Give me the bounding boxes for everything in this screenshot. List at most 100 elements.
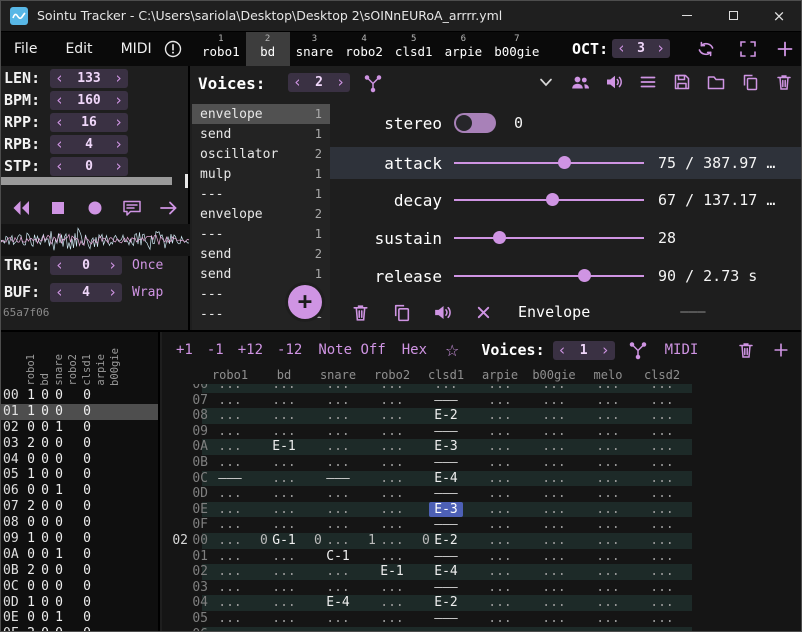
pattern-cell-melo[interactable]: ...	[581, 455, 635, 471]
order-cell-snare[interactable]: 0	[52, 404, 66, 420]
pattern-cell-robo2[interactable]: 1...	[365, 533, 419, 549]
order-cell-bd[interactable]: 0	[38, 531, 52, 547]
pattern-cell-clsd2[interactable]: ...	[635, 627, 689, 632]
order-row[interactable]: 001000	[0, 388, 158, 404]
pattern-cell-melo[interactable]: ...	[581, 384, 635, 393]
unit-mute-icon[interactable]	[432, 302, 453, 323]
pattern-cell-bd[interactable]: ...	[257, 502, 311, 518]
add-track-icon[interactable]	[772, 341, 790, 359]
pattern-voices-stepper-decrement[interactable]: ‹	[558, 343, 567, 358]
order-cell-clsd1[interactable]: 0	[80, 579, 94, 595]
order-row[interactable]: 072000	[0, 499, 158, 515]
order-cell-clsd1[interactable]: 0	[80, 499, 94, 515]
order-cell-bd[interactable]: 0	[38, 563, 52, 579]
pattern-cell-robo2[interactable]: ...	[365, 384, 419, 393]
unit-item-envelope[interactable]: envelope2	[192, 204, 330, 224]
pattern-cell-clsd2[interactable]: ...	[635, 533, 689, 549]
pattern-cell-snare[interactable]: ...	[311, 486, 365, 502]
pattern-cell-clsd1[interactable]: E-4	[419, 471, 473, 487]
slider-knob[interactable]	[493, 231, 506, 244]
delete-instrument-icon[interactable]	[774, 72, 794, 92]
pattern-cell-b00gie[interactable]: ...	[527, 533, 581, 549]
slider-knob[interactable]	[546, 193, 559, 206]
pattern-cell-melo[interactable]: ...	[581, 408, 635, 424]
order-cell-snare[interactable]: 0	[52, 531, 66, 547]
pattern-cell-robo1[interactable]: ...	[203, 627, 257, 632]
pattern-cell-arpie[interactable]: ...	[473, 439, 527, 455]
order-row[interactable]: 0D1000	[0, 595, 158, 611]
unit-comment[interactable]: ———	[680, 304, 705, 320]
transpose-down-1-button[interactable]: -1	[207, 342, 224, 358]
pattern-cell-robo2[interactable]: ...	[365, 580, 419, 596]
voices-stepper-decrement[interactable]: ‹	[293, 75, 302, 90]
order-cell-robo1[interactable]: 1	[24, 404, 38, 420]
pattern-cell-robo1[interactable]: ...	[203, 408, 257, 424]
polyphony-icon[interactable]	[362, 73, 382, 93]
order-cell-bd[interactable]: 0	[38, 388, 52, 404]
trigger-stepper-decrement[interactable]: ‹	[55, 258, 64, 273]
pattern-cell-robo2[interactable]: ...	[365, 502, 419, 518]
order-cell-bd[interactable]: 0	[38, 610, 52, 626]
fullscreen-icon[interactable]	[738, 39, 758, 59]
instrument-tab-m[interactable]: m	[545, 32, 562, 66]
pattern-cell-bd[interactable]: ...	[257, 486, 311, 502]
rows-per-pattern-stepper[interactable]: ‹16›	[50, 113, 128, 132]
pattern-cell-snare[interactable]: ...	[311, 439, 365, 455]
stop-icon[interactable]	[47, 197, 69, 219]
pattern-cell-arpie[interactable]: ...	[473, 455, 527, 471]
pattern-cell-clsd1[interactable]: E-2	[419, 408, 473, 424]
order-row[interactable]: 0B2000	[0, 563, 158, 579]
instrument-tab-b00gie[interactable]: 7b00gie	[488, 32, 545, 66]
pattern-cell-b00gie[interactable]: ...	[527, 455, 581, 471]
unit-item-send[interactable]: send2	[192, 244, 330, 264]
pattern-cell-snare[interactable]: ...	[311, 611, 365, 627]
order-row[interactable]: 0E0010	[0, 610, 158, 626]
order-cell-clsd1[interactable]: 0	[80, 388, 94, 404]
menu-edit[interactable]: Edit	[51, 41, 106, 57]
order-row[interactable]: 080000	[0, 515, 158, 531]
pattern-cell-clsd1[interactable]: ———	[419, 611, 473, 627]
order-cell-snare[interactable]: 0	[52, 626, 66, 632]
octave-stepper-increment[interactable]: ›	[656, 41, 665, 56]
pattern-polyphony-icon[interactable]	[627, 340, 647, 360]
slider-knob[interactable]	[558, 156, 571, 169]
pattern-cell-melo[interactable]: ...	[581, 595, 635, 611]
order-cell-robo1[interactable]: 0	[24, 610, 38, 626]
pattern-cell-arpie[interactable]: ...	[473, 424, 527, 440]
pattern-cell-robo1[interactable]: ...	[203, 439, 257, 455]
chevron-down-icon[interactable]	[536, 72, 556, 92]
pattern-cell-b00gie[interactable]: ...	[527, 502, 581, 518]
unit-item-send[interactable]: send1	[192, 264, 330, 284]
pattern-cell-snare[interactable]: ...	[311, 580, 365, 596]
pattern-cell-robo1[interactable]: ...	[203, 517, 257, 533]
pattern-cell-arpie[interactable]: ...	[473, 595, 527, 611]
order-cell-snare[interactable]: 1	[52, 547, 66, 563]
pattern-cell-arpie[interactable]: ...	[473, 408, 527, 424]
pattern-cell-snare[interactable]: ...	[311, 627, 365, 632]
pattern-cell-robo1[interactable]: ...	[203, 580, 257, 596]
pattern-cell-bd[interactable]: ...	[257, 627, 311, 632]
track-header-snare[interactable]: snare	[311, 368, 365, 382]
alert-icon[interactable]	[163, 39, 183, 59]
minimize-button[interactable]	[664, 0, 710, 32]
pattern-cell-robo2[interactable]: ...	[365, 455, 419, 471]
order-cell-clsd1[interactable]: 0	[80, 436, 94, 452]
pattern-cell-robo1[interactable]: ...	[203, 393, 257, 409]
folder-open-icon[interactable]	[706, 72, 726, 92]
pattern-cell-clsd2[interactable]: ...	[635, 424, 689, 440]
order-cell-robo1[interactable]: 0	[24, 515, 38, 531]
pattern-cell-clsd2[interactable]: ...	[635, 595, 689, 611]
pattern-cell-clsd2[interactable]: ...	[635, 393, 689, 409]
pattern-cell-clsd2[interactable]: ...	[635, 580, 689, 596]
pattern-cell-robo2[interactable]: ...	[365, 517, 419, 533]
pattern-cell-clsd1[interactable]: ———	[419, 549, 473, 565]
track-header-arpie[interactable]: arpie	[473, 368, 527, 382]
star-icon[interactable]: ☆	[445, 341, 459, 360]
order-cell-bd[interactable]: 0	[38, 515, 52, 531]
order-cell-robo1[interactable]: 1	[24, 388, 38, 404]
hex-toggle-button[interactable]: Hex	[402, 342, 427, 358]
step-stepper-decrement[interactable]: ‹	[55, 159, 64, 174]
pattern-cell-robo1[interactable]: ...	[203, 455, 257, 471]
pattern-cell-melo[interactable]: ...	[581, 471, 635, 487]
order-cell-bd[interactable]: 0	[38, 579, 52, 595]
